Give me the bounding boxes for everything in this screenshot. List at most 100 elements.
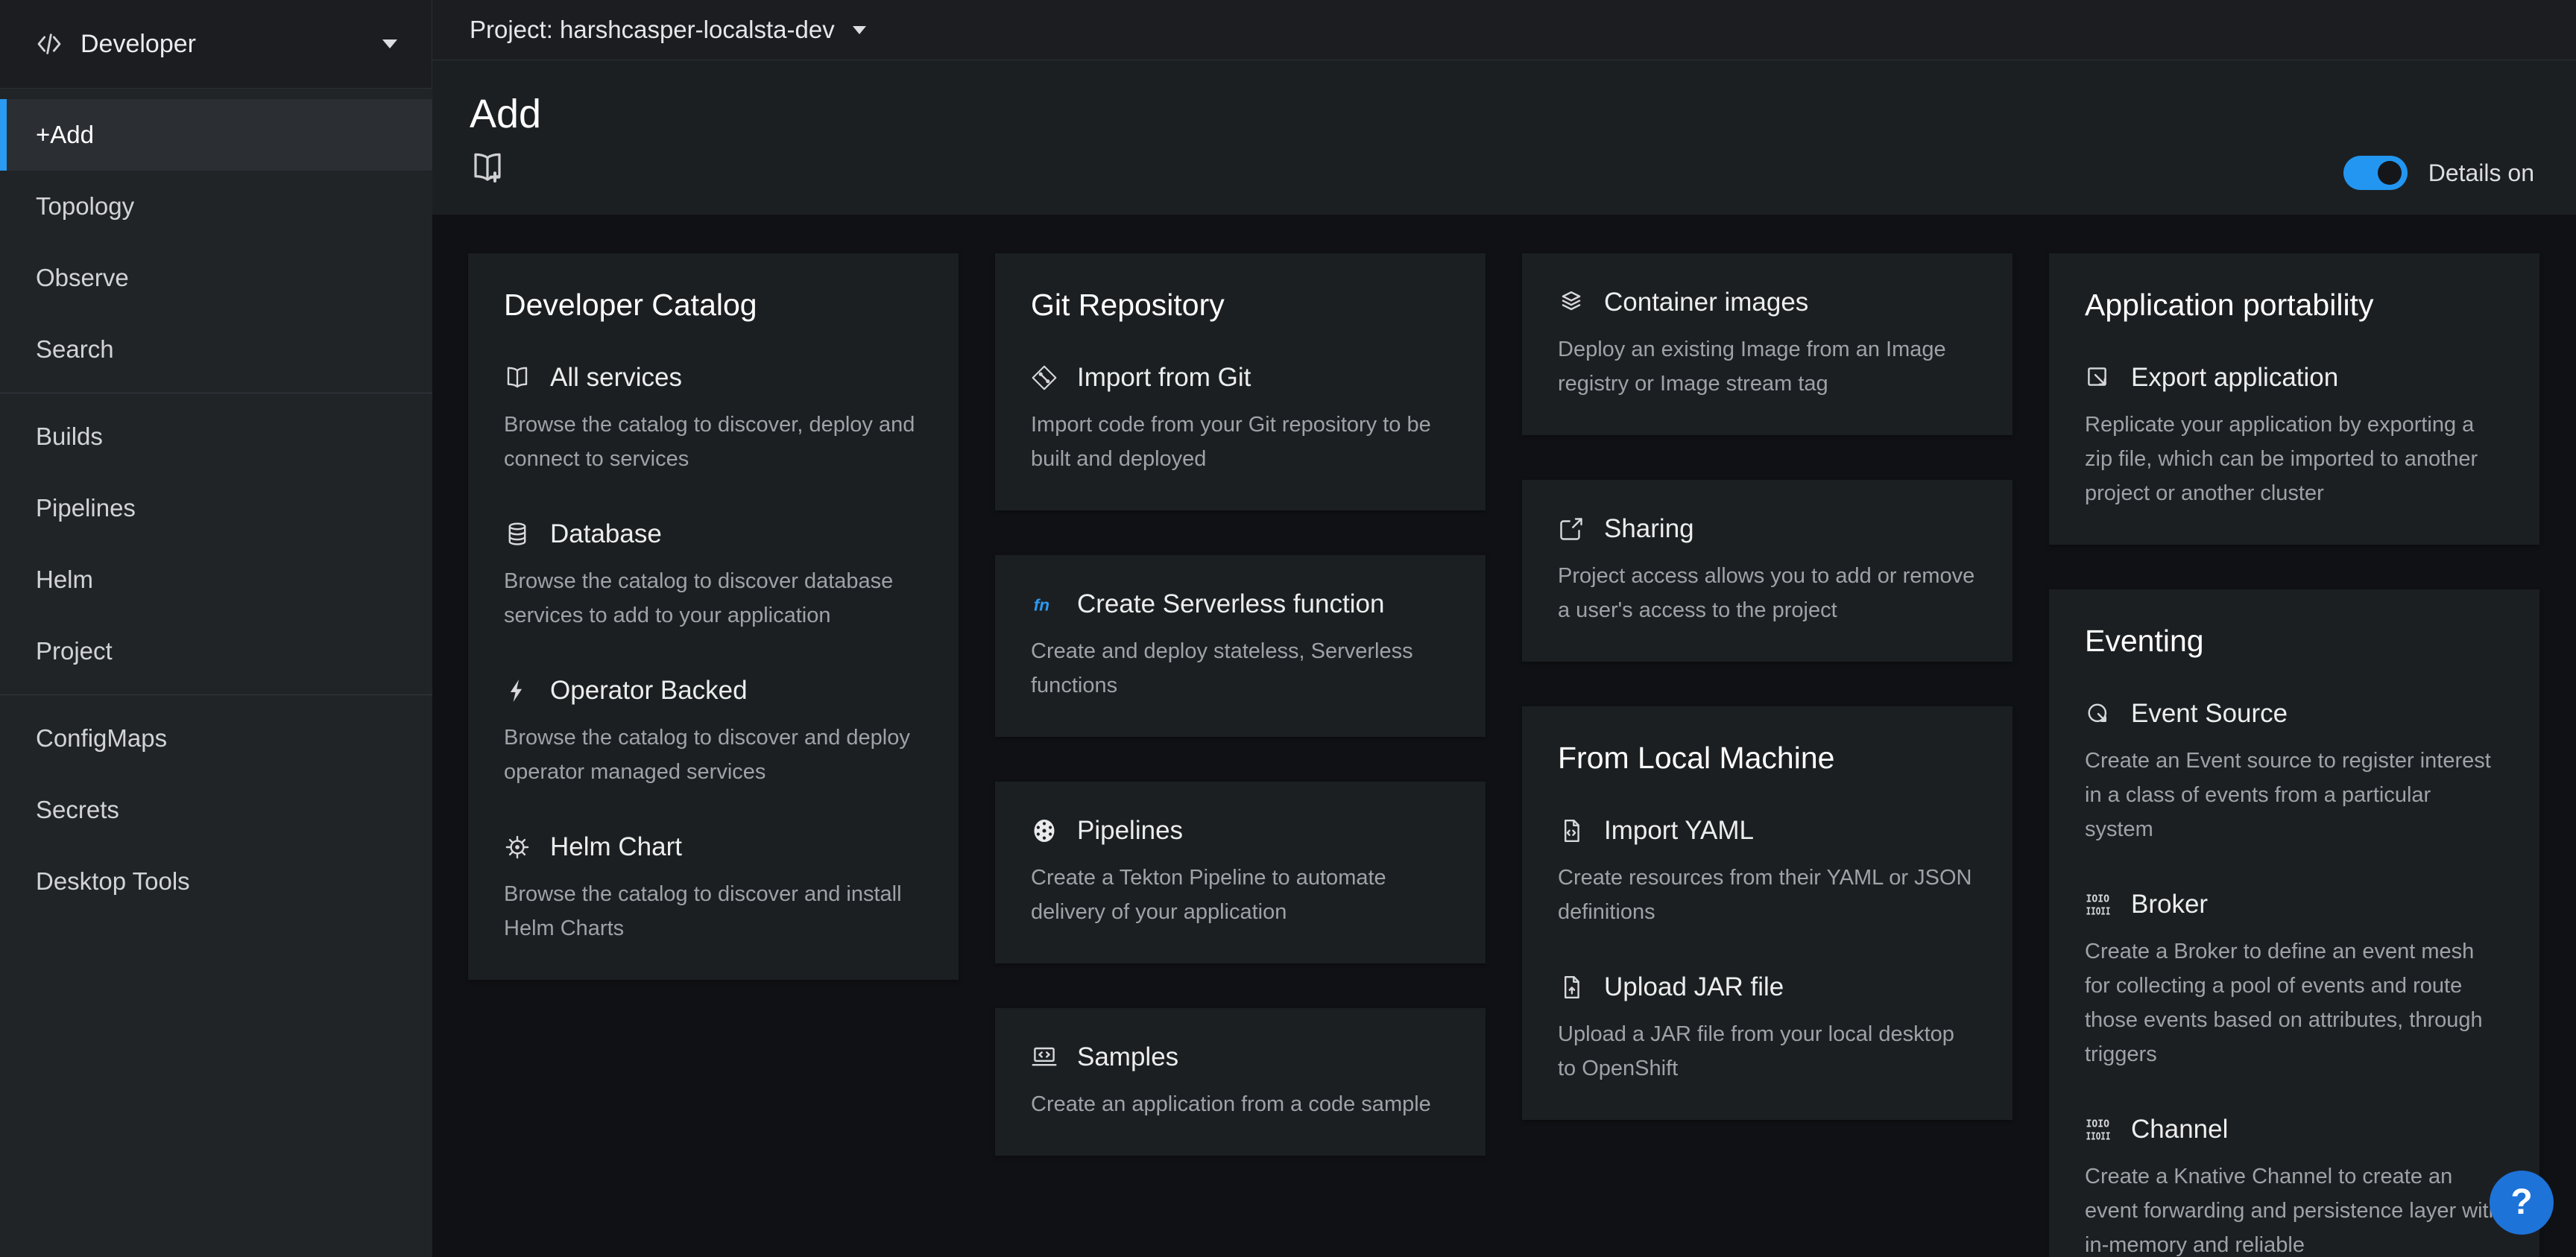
add-item-description: Create an Event source to register inter…: [2085, 744, 2504, 846]
bolt-icon: [504, 677, 531, 704]
add-item-description: Create a Knative Channel to create an ev…: [2085, 1159, 2504, 1257]
upload-jar-icon: [1558, 974, 1585, 1001]
add-item-description: Create a Broker to define an event mesh …: [2085, 934, 2504, 1071]
project-selector[interactable]: Project: harshcasper-localsta-dev: [432, 0, 2576, 60]
add-item-label: Channel: [2131, 1115, 2228, 1144]
add-item-label: Database: [550, 519, 662, 549]
card-sharing: SharingProject access allows you to add …: [1522, 480, 2012, 662]
add-item-label: All services: [550, 363, 682, 393]
sidebar-item-observe[interactable]: Observe: [0, 242, 432, 314]
channel-icon: IOIO IIOII: [2085, 1116, 2112, 1143]
page-title: Add: [470, 90, 2534, 138]
question-mark-icon: ?: [2510, 1182, 2532, 1222]
add-item-helm-chart[interactable]: Helm ChartBrowse the catalog to discover…: [504, 832, 923, 946]
chevron-down-icon: [853, 26, 866, 34]
add-item-description: Browse the catalog to discover database …: [504, 564, 923, 633]
add-item-create-serverless-function[interactable]: fnCreate Serverless functionCreate and d…: [1031, 589, 1450, 703]
svg-text:IIOII: IIOII: [2086, 907, 2111, 918]
sidebar-nav: +AddTopologyObserveSearch BuildsPipelines…: [0, 89, 432, 917]
details-toggle[interactable]: [2343, 156, 2408, 190]
add-item-upload-jar-file[interactable]: Upload JAR fileUpload a JAR file from yo…: [1558, 972, 1977, 1086]
add-item-import-yaml[interactable]: Import YAMLCreate resources from their Y…: [1558, 816, 1977, 929]
card-column-4: Application portability Export applicatio…: [2049, 253, 2539, 1257]
svg-text:IOIO: IOIO: [2086, 1118, 2110, 1130]
add-item-label: Event Source: [2131, 699, 2288, 729]
sidebar-item-secrets[interactable]: Secrets: [0, 774, 432, 846]
card-title: Developer Catalog: [504, 288, 923, 323]
card-create-serverless-function: fnCreate Serverless functionCreate and d…: [995, 555, 1486, 737]
card-samples: Samples Create an application from a code…: [995, 1008, 1486, 1156]
add-item-description: Browse the catalog to discover, deploy a…: [504, 408, 923, 476]
svg-text:IIOII: IIOII: [2086, 1132, 2111, 1143]
pipelines-icon: [1031, 817, 1058, 844]
card-title: Application portability: [2085, 288, 2504, 323]
sidebar-item-builds[interactable]: Builds: [0, 401, 432, 472]
sidebar-item-project[interactable]: Project: [0, 615, 432, 687]
sidebar-item-helm[interactable]: Helm: [0, 544, 432, 615]
card-application-portability: Application portability Export applicatio…: [2049, 253, 2539, 545]
help-button[interactable]: ?: [2490, 1171, 2554, 1235]
add-item-label: Import YAML: [1604, 816, 1754, 846]
sidebar-item-add[interactable]: +Add: [0, 99, 432, 171]
add-item-label: Pipelines: [1077, 816, 1183, 846]
add-item-import-from-git[interactable]: Import from Git Import code from your Git…: [1031, 363, 1450, 476]
card-developer-catalog: Developer Catalog All services Browse the …: [468, 253, 959, 980]
add-item-channel[interactable]: IOIO IIOII Channel Create a Knative Channel…: [2085, 1115, 2504, 1257]
event-source-icon: [2085, 700, 2112, 727]
add-item-label: Helm Chart: [550, 832, 682, 862]
add-item-all-services[interactable]: All services Browse the catalog to discov…: [504, 363, 923, 476]
add-item-description: Replicate your application by exporting …: [2085, 408, 2504, 510]
sidebar-item-search[interactable]: Search: [0, 314, 432, 385]
add-item-database[interactable]: Database Browse the catalog to discover d…: [504, 519, 923, 633]
card-title: Git Repository: [1031, 288, 1450, 323]
perspective-label: Developer: [80, 30, 196, 59]
add-item-description: Upload a JAR file from your local deskto…: [1558, 1017, 1977, 1086]
card-from-local-machine: From Local Machine Import YAMLCreate reso…: [1522, 706, 2012, 1120]
add-item-sharing[interactable]: SharingProject access allows you to add …: [1558, 514, 1977, 627]
add-item-description: Import code from your Git repository to …: [1031, 408, 1450, 476]
card-git-repository: Git Repository Import from Git Import code…: [995, 253, 1486, 510]
page-header: Add Details on: [432, 60, 2576, 215]
card-column-2: Git Repository Import from Git Import code…: [995, 253, 1486, 1257]
git-icon: [1031, 364, 1058, 391]
details-toggle-label: Details on: [2428, 159, 2534, 187]
broker-icon: IOIOIIOII: [2085, 891, 2112, 918]
catalog-book-plus-icon[interactable]: [470, 150, 505, 189]
add-item-samples[interactable]: Samples Create an application from a code…: [1031, 1042, 1450, 1121]
add-item-description: Browse the catalog to discover and deplo…: [504, 721, 923, 789]
database-icon: [504, 521, 531, 548]
chevron-down-icon: [382, 39, 397, 48]
sharing-icon: [1558, 516, 1585, 542]
card-title: From Local Machine: [1558, 741, 1977, 776]
add-item-broker[interactable]: IOIOIIOIIBrokerCreate a Broker to define…: [2085, 890, 2504, 1071]
add-item-export-application[interactable]: Export applicationReplicate your applica…: [2085, 363, 2504, 510]
helm-icon: [504, 834, 531, 861]
add-item-pipelines[interactable]: PipelinesCreate a Tekton Pipeline to aut…: [1031, 816, 1450, 929]
code-icon: [34, 29, 64, 59]
sidebar: Developer +AddTopologyObserveSearch Build…: [0, 0, 432, 1257]
add-item-description: Create an application from a code sample: [1031, 1087, 1450, 1121]
yaml-file-icon: [1558, 817, 1585, 844]
perspective-switcher[interactable]: Developer: [0, 0, 432, 89]
samples-icon: [1031, 1044, 1058, 1071]
sidebar-item-desktop-tools[interactable]: Desktop Tools: [0, 846, 432, 917]
book-icon: [504, 364, 531, 391]
sidebar-item-topology[interactable]: Topology: [0, 171, 432, 242]
sidebar-item-configmaps[interactable]: ConfigMaps: [0, 703, 432, 774]
svg-text:fn: fn: [1034, 595, 1049, 614]
add-item-container-images[interactable]: Container imagesDeploy an existing Image…: [1558, 288, 1977, 401]
sidebar-divider: [0, 694, 432, 695]
add-item-label: Import from Git: [1077, 363, 1251, 393]
add-item-event-source[interactable]: Event Source Create an Event source to re…: [2085, 699, 2504, 846]
card-column-3: Container imagesDeploy an existing Image…: [1522, 253, 2012, 1257]
card-eventing: Eventing Event Source Create an Event sour…: [2049, 589, 2539, 1257]
container-images-icon: [1558, 289, 1585, 316]
add-item-label: Samples: [1077, 1042, 1178, 1072]
add-item-label: Sharing: [1604, 514, 1694, 544]
add-item-label: Container images: [1604, 288, 1808, 317]
details-toggle-group: Details on: [2343, 156, 2534, 190]
details-toggle-knob: [2378, 161, 2402, 185]
add-item-operator-backed[interactable]: Operator BackedBrowse the catalog to dis…: [504, 676, 923, 789]
card-title: Eventing: [2085, 624, 2504, 659]
sidebar-item-pipelines[interactable]: Pipelines: [0, 472, 432, 544]
